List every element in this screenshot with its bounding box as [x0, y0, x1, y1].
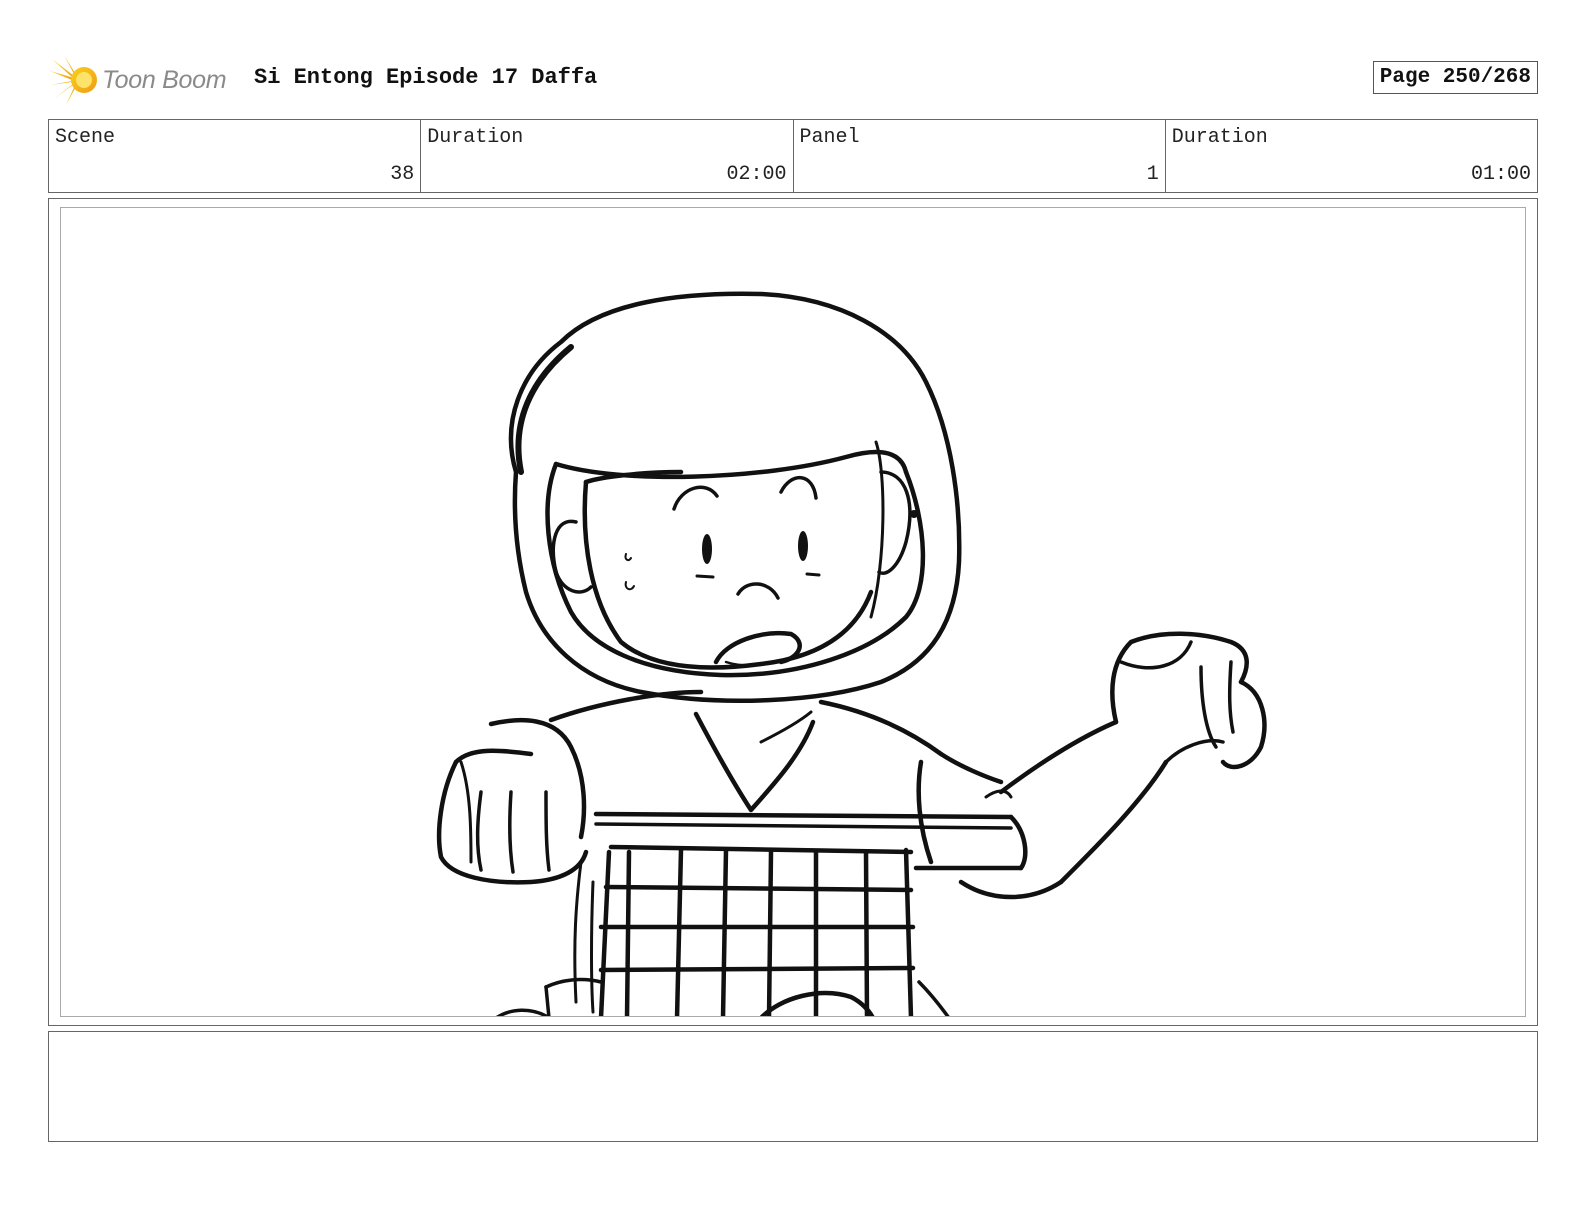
scene-label: Scene	[55, 126, 116, 149]
starburst-icon	[50, 55, 100, 105]
panel-duration-label: Duration	[1171, 126, 1268, 149]
scene-info-table: Scene 38 Duration 02:00 Panel 1 Duration…	[48, 119, 1538, 193]
document-title: Si Entong Episode 17 Daffa	[254, 65, 598, 90]
page-counter: Page 250/268	[1372, 61, 1538, 94]
panel-duration-value: 01:00	[1470, 163, 1531, 186]
panel-notes-box	[48, 1031, 1538, 1142]
logo-wordmark: Toon Boom	[102, 65, 227, 94]
scene-cell: Scene 38	[49, 120, 422, 192]
panel-value: 1	[1146, 163, 1159, 186]
storyboard-panel-frame	[48, 198, 1538, 1026]
scene-value: 38	[390, 163, 415, 186]
scene-duration-value: 02:00	[726, 163, 787, 186]
panel-duration-cell: Duration 01:00	[1166, 120, 1537, 192]
panel-label: Panel	[799, 126, 860, 149]
page-header: Toon Boom Si Entong Episode 17 Daffa Pag…	[50, 55, 1538, 105]
scene-duration-cell: Duration 02:00	[421, 120, 794, 192]
storyboard-sketch	[436, 291, 1267, 1016]
scene-duration-label: Duration	[427, 126, 524, 149]
storyboard-panel-image	[60, 207, 1526, 1017]
toon-boom-logo: Toon Boom	[50, 55, 227, 105]
panel-cell: Panel 1	[794, 120, 1166, 192]
